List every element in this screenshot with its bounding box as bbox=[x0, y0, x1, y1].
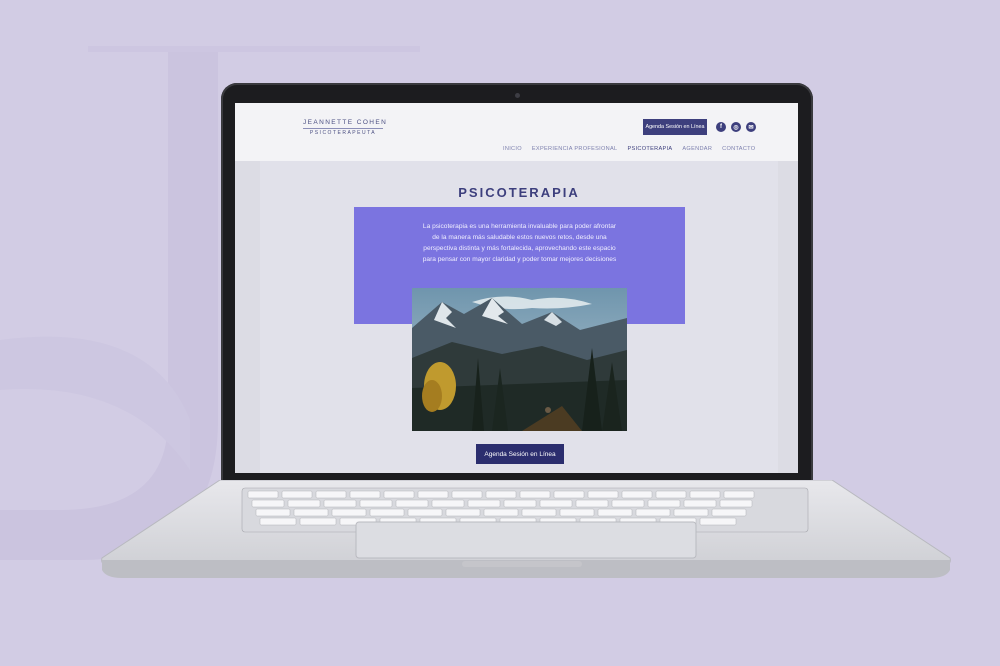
nav-item-agendar[interactable]: AGENDAR bbox=[682, 146, 712, 152]
camera-icon bbox=[515, 93, 520, 98]
keyboard-key bbox=[587, 490, 619, 499]
mountain-photo bbox=[412, 288, 627, 431]
keyboard-key bbox=[723, 490, 755, 499]
keyboard-key bbox=[575, 499, 609, 508]
keyboard-key bbox=[359, 499, 393, 508]
laptop-screen: JEANNETTE COHEN PSICOTERAPEUTA Agenda Se… bbox=[235, 103, 798, 473]
email-icon[interactable]: ✉ bbox=[746, 122, 756, 132]
nav-item-experiencia-profesional[interactable]: EXPERIENCIA PROFESIONAL bbox=[532, 146, 618, 152]
keyboard-key bbox=[349, 490, 381, 499]
logo-divider bbox=[303, 128, 383, 129]
intro-text: La psicoterapia es una herramienta inval… bbox=[422, 223, 617, 263]
nav-item-inicio[interactable]: INICIO bbox=[503, 146, 522, 152]
keyboard-key bbox=[395, 499, 429, 508]
keyboard-key bbox=[467, 499, 501, 508]
keyboard-key bbox=[621, 490, 653, 499]
keyboard-key bbox=[281, 490, 313, 499]
keyboard-key bbox=[611, 499, 645, 508]
keyboard-key bbox=[539, 499, 573, 508]
keyboard-key bbox=[655, 490, 687, 499]
site-logo[interactable]: JEANNETTE COHEN PSICOTERAPEUTA bbox=[303, 119, 388, 136]
keyboard-key bbox=[683, 499, 717, 508]
page-content: PSICOTERAPIA La psicoterapia es una herr… bbox=[260, 161, 778, 473]
keyboard-key bbox=[635, 508, 671, 517]
keyboard-key bbox=[553, 490, 585, 499]
keyboard-key bbox=[251, 499, 285, 508]
keyboard-key bbox=[299, 517, 337, 526]
booking-cta-button[interactable]: Agenda Sesión en Línea bbox=[476, 444, 564, 464]
keyboard-key bbox=[315, 490, 347, 499]
keyboard-key bbox=[417, 490, 449, 499]
keyboard-key bbox=[407, 508, 443, 517]
laptop-notch bbox=[462, 561, 582, 567]
main-nav: INICIO EXPERIENCIA PROFESIONAL PSICOTERA… bbox=[503, 146, 755, 152]
keyboard-key bbox=[699, 517, 737, 526]
page-title: PSICOTERAPIA bbox=[458, 185, 580, 200]
keyboard-key bbox=[287, 499, 321, 508]
keyboard-key bbox=[503, 499, 537, 508]
keyboard-key bbox=[369, 508, 405, 517]
keyboard-key bbox=[247, 490, 279, 499]
logo-name: JEANNETTE COHEN bbox=[303, 119, 388, 126]
keyboard-key bbox=[485, 490, 517, 499]
keyboard-key bbox=[597, 508, 633, 517]
keyboard-key bbox=[293, 508, 329, 517]
keyboard-key bbox=[331, 508, 367, 517]
keyboard-key bbox=[383, 490, 415, 499]
keyboard-key bbox=[323, 499, 357, 508]
keyboard-key bbox=[521, 508, 557, 517]
keyboard-key bbox=[259, 517, 297, 526]
keyboard-key bbox=[711, 508, 747, 517]
nav-item-psicoterapia[interactable]: PSICOTERAPIA bbox=[627, 146, 672, 152]
nav-item-contacto[interactable]: CONTACTO bbox=[722, 146, 755, 152]
site-header: JEANNETTE COHEN PSICOTERAPEUTA Agenda Se… bbox=[235, 103, 798, 161]
keyboard-key bbox=[445, 508, 481, 517]
keyboard-key bbox=[255, 508, 291, 517]
facebook-icon[interactable]: f bbox=[716, 122, 726, 132]
logo-subtitle: PSICOTERAPEUTA bbox=[309, 130, 377, 136]
keyboard-key bbox=[647, 499, 681, 508]
keyboard-key bbox=[431, 499, 465, 508]
keyboard-key bbox=[451, 490, 483, 499]
keyboard-key bbox=[689, 490, 721, 499]
instagram-icon[interactable]: ◎ bbox=[731, 122, 741, 132]
keyboard-key bbox=[519, 490, 551, 499]
keyboard-key bbox=[673, 508, 709, 517]
keyboard-key bbox=[559, 508, 595, 517]
keyboard-key bbox=[483, 508, 519, 517]
keyboard-key bbox=[719, 499, 753, 508]
header-booking-button[interactable]: Agenda Sesión en Línea bbox=[643, 119, 707, 135]
